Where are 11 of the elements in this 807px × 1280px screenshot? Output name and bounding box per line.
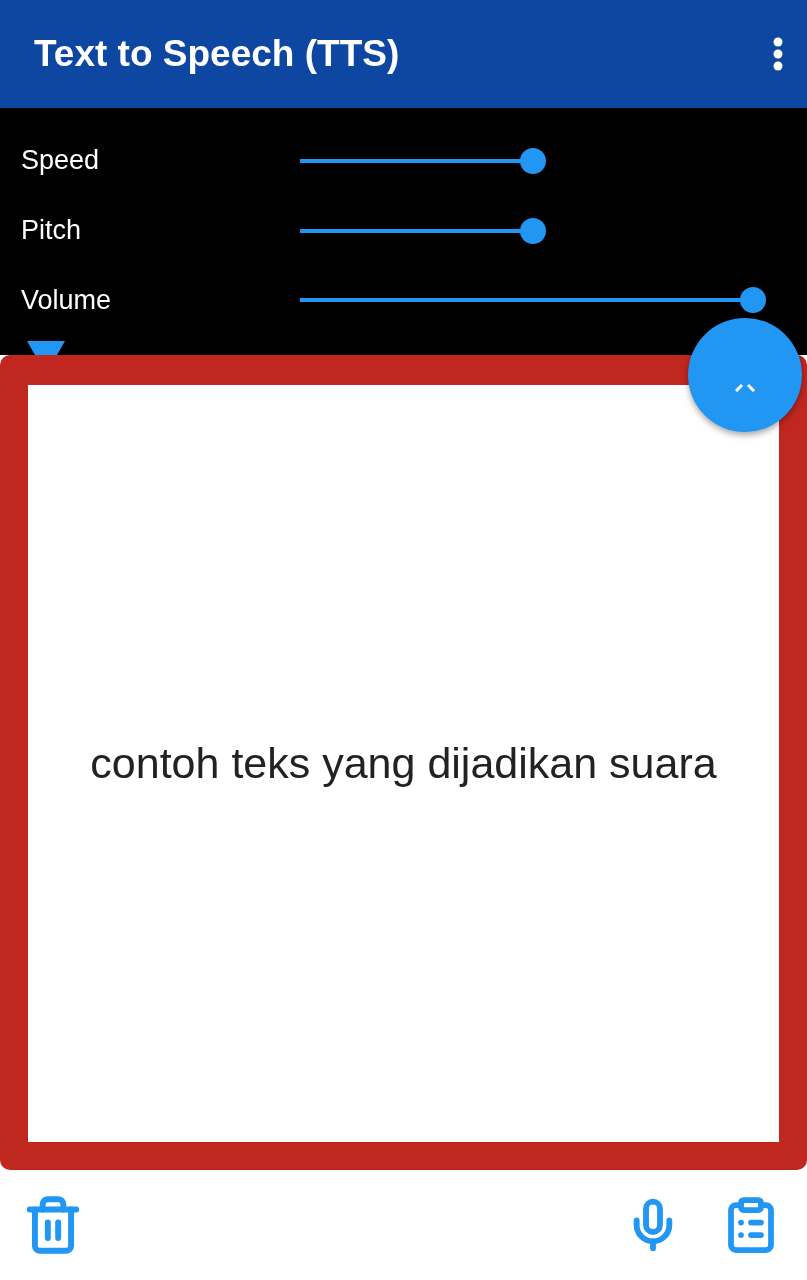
- slider-track[interactable]: [300, 287, 766, 314]
- slider-thumb[interactable]: [740, 287, 766, 314]
- slider-thumb[interactable]: [520, 217, 546, 244]
- slider-label: Volume: [21, 284, 113, 316]
- slider-thumb[interactable]: [520, 147, 546, 174]
- text-area[interactable]: contoh teks yang dijadikan suara: [78, 739, 729, 788]
- dropdown-triangle-icon[interactable]: [27, 341, 65, 355]
- more-menu-icon[interactable]: [773, 37, 783, 71]
- slider-label: Pitch: [21, 215, 83, 247]
- slider-label: Speed: [21, 145, 101, 177]
- app-title: Text to Speech (TTS): [34, 33, 400, 75]
